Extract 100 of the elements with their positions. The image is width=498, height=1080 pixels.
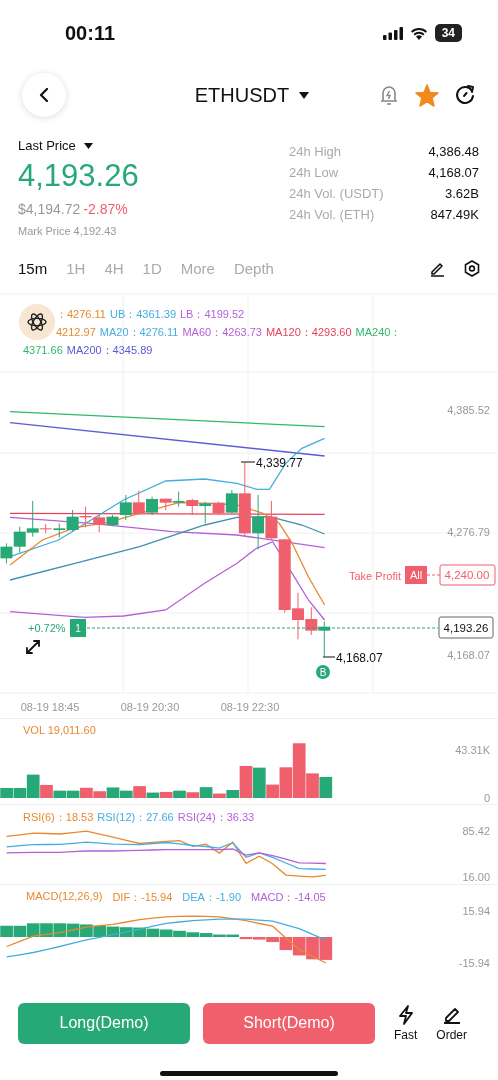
order-button[interactable]: Order [436,1004,468,1042]
status-time: 00:11 [65,21,116,45]
star-icon[interactable] [415,83,439,107]
floating-assistant-button[interactable] [19,304,55,340]
interval-tab[interactable]: 1H [66,260,86,277]
indicator-value: ：4276.11 [56,307,106,322]
stat-value: 4,168.07 [428,164,479,181]
take-profit-label: Take Profit [349,570,401,582]
position-pnl: +0.72% [28,622,66,634]
rsi-axis-label: 16.00 [462,871,490,883]
macd-bar [133,927,146,937]
buy-marker[interactable]: B [316,665,330,679]
mark-price: Mark Price 4,192.43 [18,225,118,237]
expand-icon[interactable] [26,640,40,654]
short-button[interactable]: Short(Demo) [203,1002,375,1044]
price-change: -2.87% [83,201,128,217]
take-profit-scope-badge[interactable]: All [405,566,427,584]
atom-icon [26,311,48,333]
candle [186,498,199,516]
volume-axis-label: 43.31K [455,744,490,756]
time-axis-label: 08-19 18:45 [20,701,80,713]
volume-axis-label: 0 [483,792,490,804]
macd-bar [13,925,27,937]
high-marker [240,461,256,463]
rsi-value: RSI(24)：36.33 [177,810,255,825]
last-price-tag: 4,193.26 [438,616,494,639]
macd-bar [80,924,93,937]
macd-bar [26,923,40,937]
candle [132,490,145,516]
candle [172,491,185,508]
indicator-value: LB：4199.52 [180,307,245,322]
indicator-value: MA20：4276.11 [99,325,179,340]
macd-bar [106,926,120,937]
stat-value: 4,386.48 [428,143,479,160]
volume-bar [0,788,13,798]
stat-label: 24h Low [289,164,339,181]
signal-icon [382,26,403,40]
low-price-label: 4,168.07 [336,651,383,665]
volume-bar [319,776,333,798]
stat-value: 847.49K [430,206,479,223]
last-price: 4,193.26 [18,158,139,194]
take-profit-price-tag[interactable]: 4,240.00 [439,564,496,586]
caret-icon[interactable] [299,91,310,99]
symbol-title[interactable]: ETHUSDT [194,83,290,107]
price-axis-label: 4,385.52 [447,404,490,416]
indicator-value: MA200：4345.89 [66,343,153,358]
interval-tab[interactable]: 1D [142,260,162,277]
back-button[interactable] [22,73,66,117]
indicator-value: MA60：4263.73 [182,325,262,340]
interval-tab[interactable]: 15m [18,260,48,277]
back-icon [39,88,49,102]
price-axis-label: 4,276.79 [447,526,490,538]
price-type-label[interactable]: Last Price [18,138,76,153]
indicator-value: 4212.97 [56,325,96,340]
time-axis-label: 08-19 22:30 [220,701,280,713]
fast-trade-button[interactable]: Fast [394,1004,418,1042]
macd-value: MACD：-14.05 [251,890,326,905]
long-button[interactable]: Long(Demo) [18,1002,190,1044]
indicator-value: 4371.66 [23,343,63,358]
interval-tab[interactable]: More [180,260,215,277]
interval-tab[interactable]: 4H [104,260,124,277]
macd-axis-label: 15.94 [462,905,490,917]
refresh-icon[interactable] [454,84,476,106]
position-badge[interactable]: 1 [70,619,86,637]
candle [252,494,265,550]
lightning-icon [397,1004,414,1025]
rsi-value: RSI(12)：27.66 [97,810,174,825]
candle [79,506,92,528]
interval-tab[interactable]: Depth [233,260,274,277]
wifi-icon [409,26,428,40]
macd-bar [319,937,333,960]
rsi-value: RSI(6)：18.53 [23,810,94,825]
macd-bar [119,927,133,937]
macd-axis-label: -15.94 [458,957,490,969]
macd-value: DIF：-15.94 [112,890,173,905]
candle [13,526,26,554]
alert-bell-icon[interactable] [378,84,400,106]
volume-legend: VOL 19,011.60 [23,724,96,736]
indicator-value: UB：4361.39 [109,307,176,322]
macd-value: MACD(12,26,9) [26,890,103,904]
caret-icon[interactable] [83,142,93,149]
macd-bar [66,923,80,937]
macd-bar [292,937,306,956]
indicator-value: MA120：4293.60 [265,325,352,340]
price-axis-label: 4,168.07 [447,649,490,661]
battery-indicator: 34 [434,24,462,42]
macd-bar [0,925,13,937]
stat-value: 3.62B [445,185,479,202]
pencil-icon[interactable] [429,260,446,277]
stat-label: 24h High [289,143,342,160]
macd-value: DEA：-1.90 [182,890,242,905]
usd-price: $4,194.72 [18,201,81,217]
stat-label: 24h Vol. (USDT) [289,185,384,202]
macd-bar [306,937,319,960]
time-axis-label: 08-19 20:30 [120,701,180,713]
macd-bar [146,928,160,937]
candle [0,542,13,564]
settings-icon[interactable] [464,260,480,277]
macd-bar [40,923,53,937]
rsi-axis-label: 85.42 [462,825,490,837]
